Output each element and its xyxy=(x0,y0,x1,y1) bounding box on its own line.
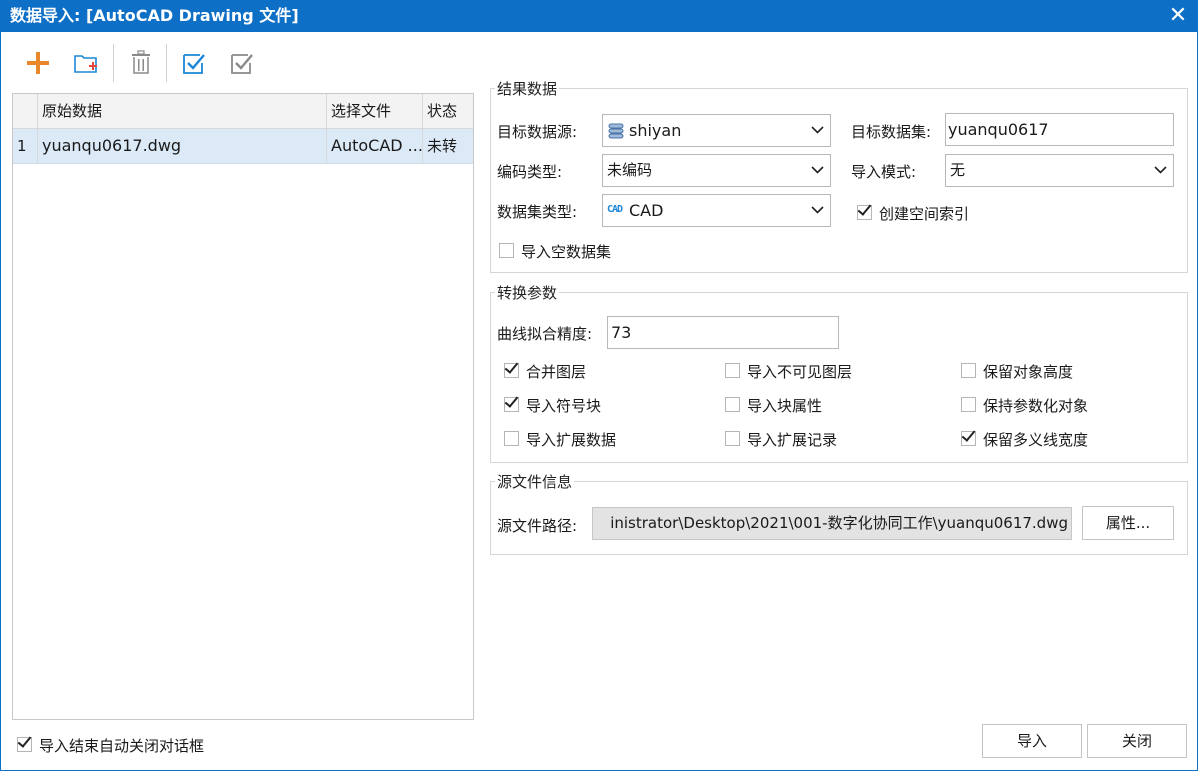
merge-layers-label: 合并图层 xyxy=(526,363,587,381)
curve-precision-label: 曲线拟合精度: xyxy=(497,325,593,343)
merge-layers-checkbox[interactable] xyxy=(504,363,519,378)
chevron-down-icon xyxy=(1154,166,1167,174)
import-mode-value: 无 xyxy=(950,161,966,179)
add-file-button[interactable] xyxy=(21,46,55,80)
convert-params-legend: 转换参数 xyxy=(497,284,558,302)
import-mode-label: 导入模式: xyxy=(851,163,917,181)
toolbar-separator xyxy=(113,44,114,82)
import-extended-data-label: 导入扩展数据 xyxy=(526,431,617,449)
row-index: 1 xyxy=(13,129,38,163)
import-button[interactable]: 导入 xyxy=(982,724,1082,758)
table-header: 原始数据 选择文件 状态 xyxy=(13,94,473,129)
spatial-index-checkbox[interactable] xyxy=(857,205,872,220)
import-extended-records-label: 导入扩展记录 xyxy=(747,431,838,449)
close-icon[interactable]: ✕ xyxy=(1166,4,1190,28)
toolbar-separator xyxy=(166,44,167,82)
encoding-value: 未编码 xyxy=(607,161,653,179)
delete-button[interactable] xyxy=(124,46,158,80)
source-path-value: inistrator\Desktop\2021\001-数字化协同工作\yuan… xyxy=(610,514,1068,532)
import-extended-data-checkbox[interactable] xyxy=(504,431,519,446)
import-extended-records-checkbox[interactable] xyxy=(725,431,740,446)
table-row[interactable]: 1 yuanqu0617.dwg AutoCAD ... 未转 xyxy=(13,129,473,164)
title-bar: 数据导入: [AutoCAD Drawing 文件] ✕ xyxy=(0,0,1198,32)
target-source-value: shiyan xyxy=(629,121,682,140)
encoding-label: 编码类型: xyxy=(497,163,563,181)
auto-close-checkbox[interactable] xyxy=(17,737,32,752)
keep-parametric-objects-checkbox[interactable] xyxy=(961,397,976,412)
chevron-down-icon xyxy=(811,166,824,174)
import-block-attributes-label: 导入块属性 xyxy=(747,397,823,415)
dataset-type-select[interactable]: CAD CAD xyxy=(602,194,831,227)
import-symbol-blocks-checkbox[interactable] xyxy=(504,397,519,412)
auto-close-label: 导入结束自动关闭对话框 xyxy=(39,737,205,755)
cad-icon: CAD xyxy=(607,204,623,215)
dataset-type-value: CAD xyxy=(629,201,664,220)
import-empty-label: 导入空数据集 xyxy=(521,243,612,261)
select-all-button[interactable] xyxy=(177,46,211,80)
target-dataset-input[interactable]: yuanqu0617 xyxy=(945,113,1174,146)
window-title: 数据导入: [AutoCAD Drawing 文件] xyxy=(10,6,299,25)
keep-object-height-label: 保留对象高度 xyxy=(983,363,1074,381)
folder-add-icon xyxy=(74,55,97,73)
keep-parametric-objects-label: 保持参数化对象 xyxy=(983,397,1089,415)
chevron-down-icon xyxy=(811,206,824,214)
trash-icon xyxy=(132,50,150,74)
chevron-down-icon xyxy=(811,126,824,134)
properties-button[interactable]: 属性... xyxy=(1082,506,1174,540)
dataset-type-label: 数据集类型: xyxy=(497,203,578,221)
checkbox-checked-icon xyxy=(183,54,205,74)
datasource-icon xyxy=(608,123,624,139)
import-symbol-blocks-label: 导入符号块 xyxy=(526,397,602,415)
spatial-index-label: 创建空间索引 xyxy=(879,205,970,223)
header-source[interactable]: 原始数据 xyxy=(38,94,327,128)
row-status: 未转 xyxy=(427,137,458,155)
close-button[interactable]: 关闭 xyxy=(1087,724,1187,758)
row-file[interactable]: AutoCAD ... xyxy=(327,129,423,163)
plus-icon xyxy=(27,52,49,74)
target-source-label: 目标数据源: xyxy=(497,123,578,141)
import-block-attributes-checkbox[interactable] xyxy=(725,397,740,412)
target-source-select[interactable]: shiyan xyxy=(602,114,831,147)
row-source[interactable]: yuanqu0617.dwg xyxy=(38,129,327,163)
source-path-field[interactable]: inistrator\Desktop\2021\001-数字化协同工作\yuan… xyxy=(592,507,1072,540)
import-invisible-layers-checkbox[interactable] xyxy=(725,363,740,378)
checkbox-checked-gray-icon xyxy=(231,54,253,74)
file-table: 原始数据 选择文件 状态 1 yuanqu0617.dwg AutoCAD ..… xyxy=(12,93,474,720)
header-file[interactable]: 选择文件 xyxy=(327,94,423,128)
source-info-legend: 源文件信息 xyxy=(497,473,573,491)
invert-select-button[interactable] xyxy=(225,46,259,80)
add-folder-button[interactable] xyxy=(69,46,103,80)
result-data-legend: 结果数据 xyxy=(497,80,558,98)
encoding-select[interactable]: 未编码 xyxy=(602,154,831,187)
import-empty-checkbox[interactable] xyxy=(499,243,514,258)
keep-polyline-width-checkbox[interactable] xyxy=(961,431,976,446)
source-path-label: 源文件路径: xyxy=(497,517,578,535)
import-invisible-layers-label: 导入不可见图层 xyxy=(747,363,853,381)
keep-polyline-width-label: 保留多义线宽度 xyxy=(983,431,1089,449)
header-index xyxy=(13,94,38,128)
curve-precision-input[interactable]: 73 xyxy=(607,316,839,349)
header-status[interactable]: 状态 xyxy=(423,94,473,128)
import-mode-select[interactable]: 无 xyxy=(945,154,1174,187)
target-dataset-label: 目标数据集: xyxy=(851,123,932,141)
keep-object-height-checkbox[interactable] xyxy=(961,363,976,378)
